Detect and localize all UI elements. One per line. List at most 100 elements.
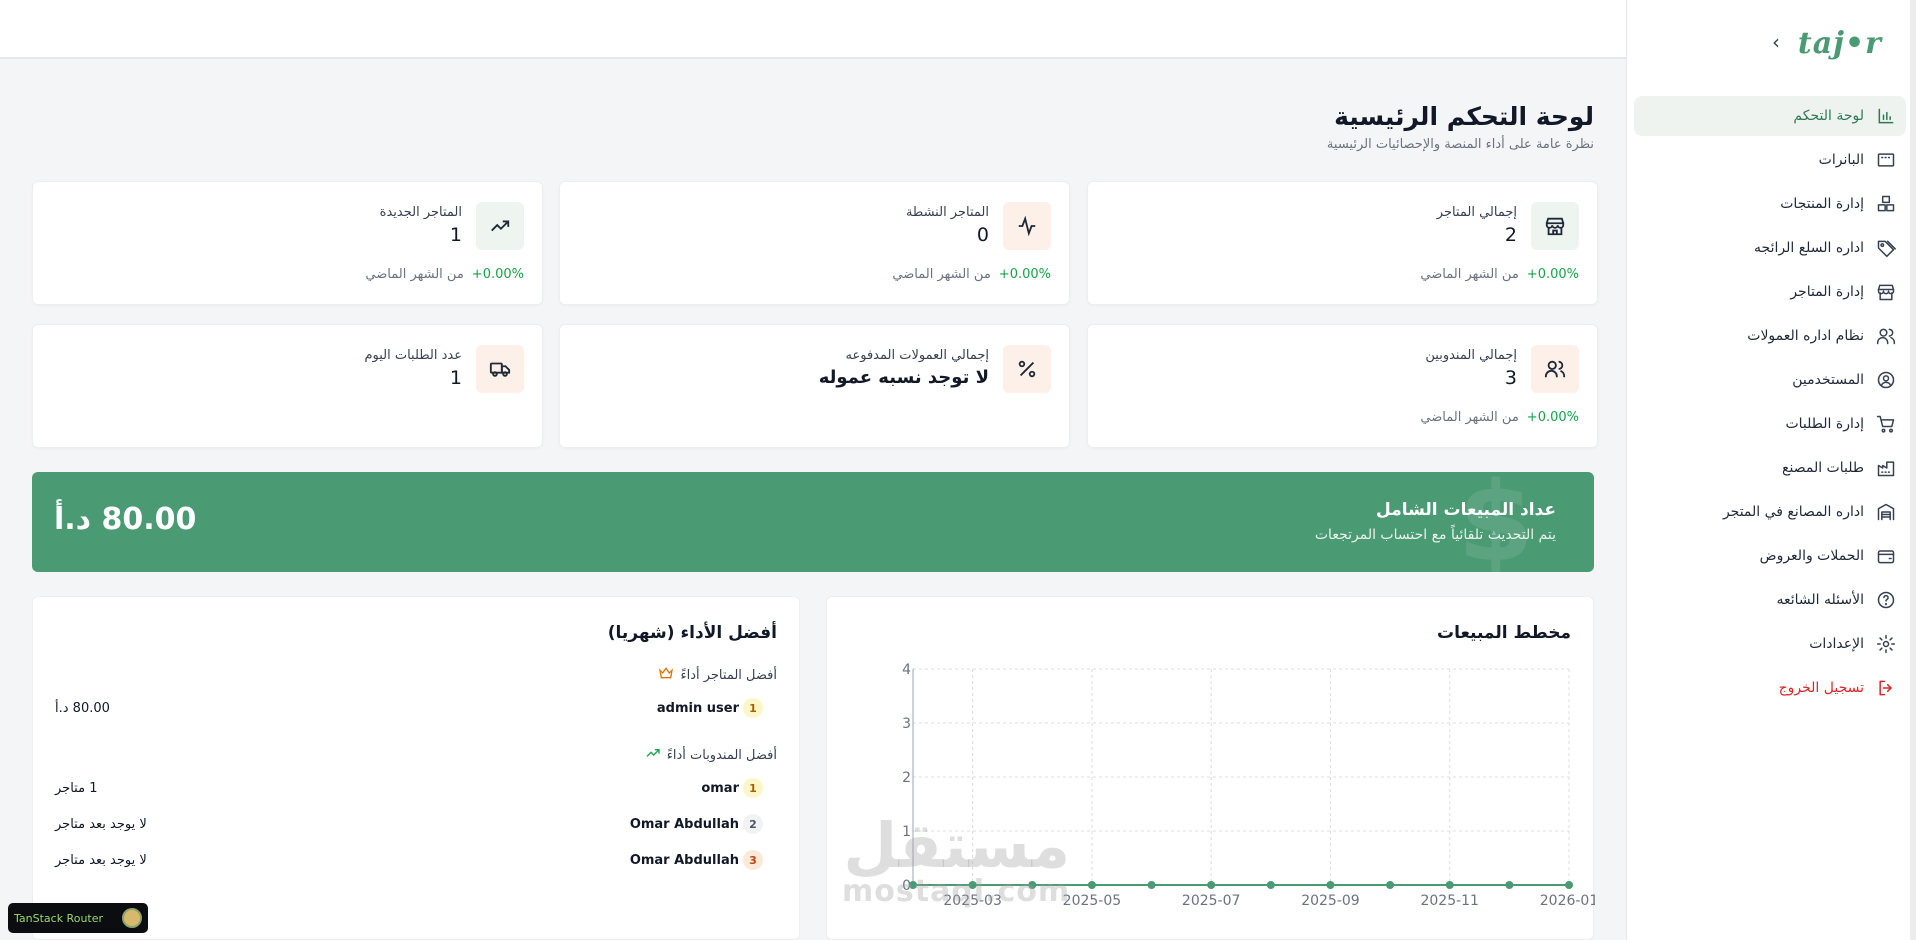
sales-counter-value: 80.00 د.أ: [54, 502, 197, 537]
stat-change-percent: +0.00%: [1526, 410, 1579, 425]
stat-value: لا توجد نسبه عموله: [818, 367, 989, 388]
chart-x-tick-label: 2025-09: [1301, 893, 1360, 909]
chart-data-point: [1505, 881, 1514, 889]
tanstack-logo-icon: [122, 908, 142, 928]
performer-value: 80.00 د.أ: [55, 700, 110, 716]
stat-change: +0.00% من الشهر الماضي: [1420, 267, 1579, 282]
chart-y-tick-label: 4: [902, 662, 911, 678]
trending-up-icon: [476, 202, 524, 250]
chart-data-point: [1445, 881, 1454, 889]
sidebar-scrollbar[interactable]: [1910, 0, 1916, 940]
crown-icon: [658, 665, 674, 685]
chart-x-tick-label: 2025-11: [1420, 893, 1479, 909]
stat-change-percent: +0.00%: [471, 267, 524, 282]
top-reps-heading: أفضل المندوبات أداءً: [645, 745, 777, 765]
user-circle-icon: [1874, 368, 1898, 392]
sidebar-item-users[interactable]: نظام اداره العمولات: [1634, 316, 1906, 356]
top-reps-heading-text: أفضل المندوبات أداءً: [666, 747, 777, 763]
top-performers-panel: أفضل الأداء (شهريا) أفضل المتاجر أداءً 1…: [32, 596, 800, 940]
sidebar-item-cart[interactable]: إدارة الطلبات: [1634, 404, 1906, 444]
stat-label: المتاجر النشطة: [905, 205, 989, 220]
chart-y-tick-label: 3: [902, 716, 911, 732]
stat-change-text: من الشهر الماضي: [1420, 410, 1519, 425]
stat-card-new-stores: المتاجر الجديدة 1 +0.00% من الشهر الماضي: [32, 181, 543, 305]
trending-up-icon: [645, 745, 661, 765]
chart-data-point: [1386, 881, 1395, 889]
sidebar-item-chart-bars[interactable]: لوحة التحكم: [1634, 96, 1906, 136]
stat-value: 1: [449, 367, 462, 389]
sidebar-item-wallet[interactable]: الحملات والعروض: [1634, 536, 1906, 576]
sales-counter-subtitle: يتم التحديث تلقائياً مع احتساب المرتجعات: [1314, 527, 1556, 543]
stat-card-commissions: إجمالي العمولات المدفوعه لا توجد نسبه عم…: [559, 324, 1070, 448]
sidebar-item-store[interactable]: إدارة المتاجر: [1634, 272, 1906, 312]
users-icon: [1531, 345, 1579, 393]
chart-data-point: [1266, 881, 1275, 889]
sidebar-item-label: إدارة المنتجات: [1780, 196, 1864, 212]
sidebar-item-banner[interactable]: البانرات: [1634, 140, 1906, 180]
logout-icon: [1874, 676, 1898, 700]
sidebar-item-user-circle[interactable]: المستخدمين: [1634, 360, 1906, 400]
stat-change-text: من الشهر الماضي: [365, 267, 464, 282]
sidebar-item-label: البانرات: [1818, 152, 1864, 168]
stat-label: إجمالي العمولات المدفوعه: [845, 348, 989, 363]
chart-x-tick-label: 2025-05: [1063, 893, 1122, 909]
performer-identity: 1 omar: [701, 778, 763, 798]
performer-value: لا يوجد بعد متاجر: [55, 816, 147, 832]
sidebar-item-help-circle[interactable]: الأسئله الشائعه: [1634, 580, 1906, 620]
sales-counter-banner: $ عداد المبيعات الشامل يتم التحديث تلقائ…: [32, 472, 1594, 572]
chart-x-tick-label: 2025-07: [1182, 893, 1241, 909]
stat-value: 2: [1504, 224, 1517, 246]
sidebar-item-tag[interactable]: اداره السلع الرائجه: [1634, 228, 1906, 268]
tanstack-router-devtools-button[interactable]: TanStack Router: [8, 903, 148, 933]
factory-icon: [1874, 456, 1898, 480]
performer-value: 1 متاجر: [55, 780, 98, 796]
sidebar-item-gear[interactable]: الإعدادات: [1634, 624, 1906, 664]
top-rep-row[interactable]: 2 Omar Abdullah لا يوجد بعد متاجر: [55, 812, 763, 836]
sidebar-item-label: الحملات والعروض: [1759, 548, 1864, 564]
sidebar-item-warehouse[interactable]: اداره المصانع في المتجر: [1634, 492, 1906, 532]
stat-change: +0.00% من الشهر الماضي: [1420, 410, 1579, 425]
performer-identity: 3 Omar Abdullah: [630, 850, 763, 870]
sidebar-item-label: اداره السلع الرائجه: [1754, 240, 1864, 256]
stat-label: إجمالي المتاجر: [1436, 205, 1517, 220]
sidebar-item-label: لوحة التحكم: [1793, 108, 1864, 124]
chart-data-point: [1565, 881, 1573, 889]
sidebar-nav: لوحة التحكم البانرات إدارة المنتجات اداره ا…: [1634, 96, 1906, 712]
sidebar-item-label: المستخدمين: [1792, 372, 1864, 388]
stat-label: عدد الطلبات اليوم: [364, 348, 462, 363]
sidebar-item-factory[interactable]: طلبات المصنع: [1634, 448, 1906, 488]
truck-icon: [476, 345, 524, 393]
performer-identity: 1 admin user: [657, 698, 763, 718]
chevron-left-icon[interactable]: ‹: [1764, 30, 1788, 54]
top-stores-heading-text: أفضل المتاجر أداءً: [680, 667, 777, 683]
page-title: لوحة التحكم الرئيسية: [1334, 102, 1594, 131]
wallet-icon: [1874, 544, 1898, 568]
gear-icon: [1874, 632, 1898, 656]
tag-icon: [1874, 236, 1898, 260]
performer-identity: 2 Omar Abdullah: [630, 814, 763, 834]
chart-y-tick-label: 2: [902, 770, 911, 786]
chart-bars-icon: [1874, 104, 1898, 128]
top-stores-heading: أفضل المتاجر أداءً: [658, 665, 777, 685]
sidebar-item-label: إدارة المتاجر: [1790, 284, 1864, 300]
top-rep-row[interactable]: 1 omar 1 متاجر: [55, 776, 763, 800]
stat-value: 3: [1504, 367, 1517, 389]
stat-change-text: من الشهر الماضي: [1420, 267, 1519, 282]
page-subtitle: نظرة عامة على أداء المنصة والإحصائيات ال…: [1326, 137, 1594, 152]
performer-name: Omar Abdullah: [629, 816, 739, 832]
sidebar-item-label: طلبات المصنع: [1782, 460, 1864, 476]
activity-icon: [1003, 202, 1051, 250]
rank-badge: 1: [743, 698, 763, 718]
rank-badge: 3: [743, 850, 763, 870]
sidebar-item-label: تسجيل الخروج: [1778, 680, 1864, 696]
brand-logo[interactable]: taj•r: [1798, 26, 1882, 61]
top-store-row[interactable]: 1 admin user 80.00 د.أ: [55, 696, 763, 720]
watermark-arabic: مستقل: [843, 809, 1071, 882]
stat-change: +0.00% من الشهر الماضي: [365, 267, 524, 282]
sidebar-item-logout[interactable]: تسجيل الخروج: [1634, 668, 1906, 708]
banner-icon: [1874, 148, 1898, 172]
top-rep-row[interactable]: 3 Omar Abdullah لا يوجد بعد متاجر: [55, 848, 763, 872]
sidebar-item-boxes[interactable]: إدارة المنتجات: [1634, 184, 1906, 224]
stat-label: إجمالي المندوبين: [1425, 348, 1517, 363]
warehouse-icon: [1874, 500, 1898, 524]
